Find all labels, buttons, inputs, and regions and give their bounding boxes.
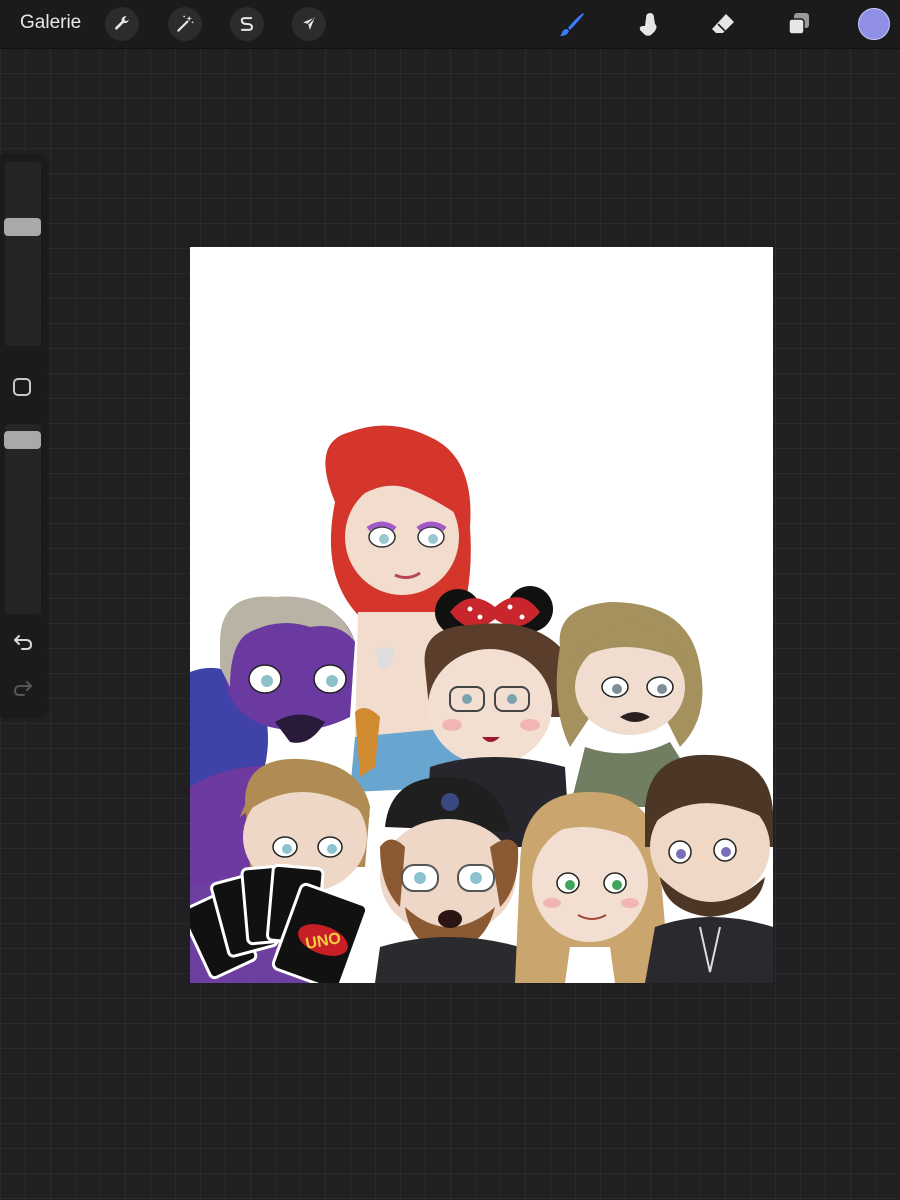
eraser-icon xyxy=(712,14,734,33)
brush-icon xyxy=(560,13,584,36)
layers-icon xyxy=(788,13,809,35)
brush-size-slider[interactable] xyxy=(4,162,41,346)
opacity-thumb[interactable] xyxy=(4,431,41,449)
top-toolbar: Galerie xyxy=(0,0,900,49)
layers-button[interactable] xyxy=(782,7,816,41)
uno-cards: UNO xyxy=(190,863,369,983)
procreate-app: Galerie UNO xyxy=(0,0,900,1200)
adjustments-button[interactable] xyxy=(168,7,202,41)
undo-arrow-icon xyxy=(14,635,33,650)
smudge-tool-button[interactable] xyxy=(632,7,666,41)
eraser-tool-button[interactable] xyxy=(706,7,740,41)
brush-size-thumb[interactable] xyxy=(4,218,41,236)
modifier-button[interactable] xyxy=(13,378,31,396)
actions-button[interactable] xyxy=(105,7,139,41)
color-picker-button[interactable] xyxy=(858,8,890,40)
transform-button[interactable] xyxy=(292,7,326,41)
arrow-cursor-icon xyxy=(303,17,315,30)
artwork-illustration: UNO xyxy=(190,425,773,983)
left-sidebar xyxy=(0,156,46,716)
undo-button[interactable] xyxy=(11,630,35,654)
redo-arrow-icon xyxy=(13,681,32,696)
smudge-finger-icon xyxy=(639,13,657,36)
redo-button[interactable] xyxy=(11,676,35,700)
magic-wand-icon xyxy=(177,15,194,32)
opacity-slider[interactable] xyxy=(4,424,41,614)
wrench-icon xyxy=(115,16,130,30)
selection-button[interactable] xyxy=(230,7,264,41)
selection-s-icon xyxy=(240,17,254,31)
drawing-canvas[interactable]: UNO xyxy=(190,247,773,983)
gallery-button[interactable]: Galerie xyxy=(20,11,81,35)
brush-tool-button[interactable] xyxy=(555,7,589,41)
